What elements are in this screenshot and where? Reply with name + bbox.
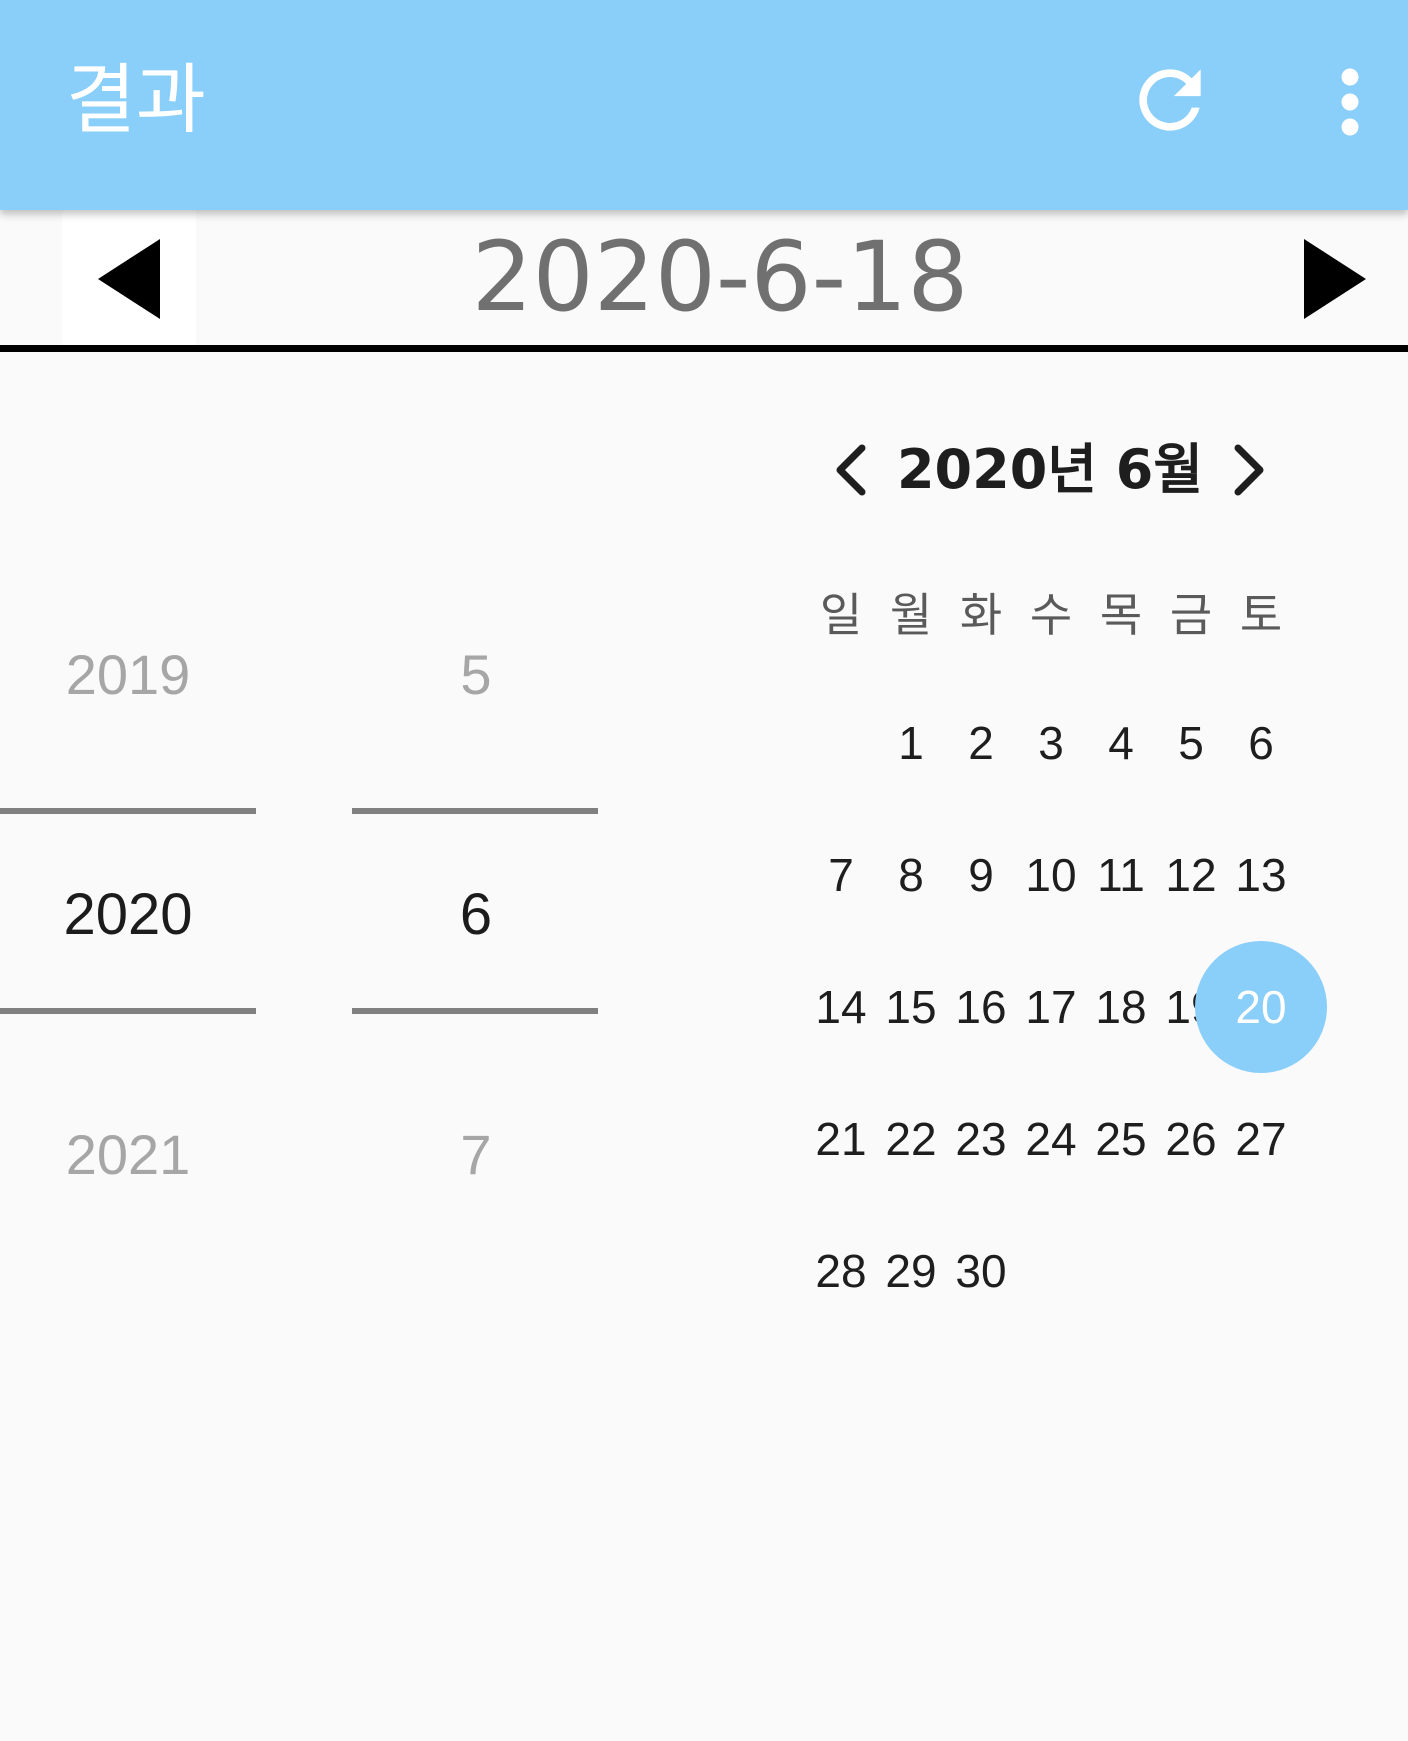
calendar-day[interactable]: 18 — [1086, 941, 1156, 1073]
more-options-button[interactable] — [1318, 50, 1382, 154]
weekday-header-row: 일월화수목금토 — [806, 580, 1296, 650]
month-picker-top-line — [352, 808, 598, 814]
calendar-day[interactable]: 29 — [876, 1205, 946, 1337]
calendar-day[interactable]: 23 — [946, 1073, 1016, 1205]
calendar-day[interactable]: 9 — [946, 809, 1016, 941]
calendar-day[interactable]: 7 — [806, 809, 876, 941]
date-navigator: 2020-6-18 — [0, 210, 1408, 347]
calendar-day[interactable]: 27 — [1226, 1073, 1296, 1205]
calendar-day[interactable]: 8 — [876, 809, 946, 941]
year-picker-selected[interactable]: 2020 — [28, 880, 228, 950]
calendar-day[interactable]: 16 — [946, 941, 1016, 1073]
calendar-day[interactable]: 3 — [1016, 677, 1086, 809]
calendar-month-title: 2020년 6월 — [896, 438, 1204, 501]
calendar-day[interactable]: 11 — [1086, 809, 1156, 941]
year-picker-next[interactable]: 2021 — [28, 1120, 228, 1190]
app-bar: 결과 — [0, 0, 1408, 210]
year-picker-top-line — [0, 808, 256, 814]
calendar-day[interactable]: 28 — [806, 1205, 876, 1337]
month-picker-previous[interactable]: 5 — [376, 640, 576, 710]
calendar-day[interactable]: 17 — [1016, 941, 1086, 1073]
year-picker-bottom-line — [0, 1008, 256, 1014]
weekday-label: 금 — [1169, 588, 1213, 642]
calendar-day[interactable]: 30 — [946, 1205, 1016, 1337]
calendar-day-grid: 1 2 3 4 5 6 7 8 9 10 11 12 13 14 15 16 17 18 19 20 21 22 23 24 2… — [806, 677, 1327, 1337]
weekday-label: 월 — [889, 588, 933, 642]
calendar-day[interactable]: 2 — [946, 677, 1016, 809]
calendar-day-selected[interactable]: 20 — [1195, 941, 1327, 1073]
calendar-day[interactable]: 1 — [876, 677, 946, 809]
calendar-day[interactable]: 13 — [1226, 809, 1296, 941]
refresh-button[interactable] — [1118, 48, 1222, 152]
calendar-day[interactable]: 10 — [1016, 809, 1086, 941]
calendar-blank-cell — [806, 677, 876, 809]
month-picker-next[interactable]: 7 — [376, 1120, 576, 1190]
calendar-day[interactable]: 24 — [1016, 1073, 1086, 1205]
month-picker-bottom-line — [352, 1008, 598, 1014]
chevron-right-icon — [1234, 444, 1264, 496]
next-day-button[interactable] — [1268, 210, 1402, 347]
calendar-day[interactable]: 6 — [1226, 677, 1296, 809]
calendar-day[interactable]: 22 — [876, 1073, 946, 1205]
calendar-day[interactable]: 21 — [806, 1073, 876, 1205]
weekday-label: 일 — [819, 588, 863, 642]
calendar-day[interactable]: 25 — [1086, 1073, 1156, 1205]
calendar-header: 2020년 6월 — [800, 430, 1320, 510]
next-month-button[interactable] — [1220, 440, 1280, 500]
previous-day-button[interactable] — [62, 210, 196, 347]
month-picker-selected[interactable]: 6 — [376, 880, 576, 950]
calendar-day[interactable]: 15 — [876, 941, 946, 1073]
date-bar-divider — [0, 345, 1408, 352]
previous-month-button[interactable] — [820, 440, 880, 500]
weekday-label: 토 — [1239, 588, 1283, 642]
calendar-day[interactable]: 12 — [1156, 809, 1226, 941]
year-picker-previous[interactable]: 2019 — [28, 640, 228, 710]
weekday-label: 수 — [1029, 588, 1073, 642]
triangle-left-icon — [98, 238, 160, 319]
current-date: 2020-6-18 — [471, 221, 969, 333]
calendar-day[interactable]: 14 — [806, 941, 876, 1073]
refresh-icon — [1139, 69, 1201, 131]
chevron-left-icon — [836, 444, 866, 496]
calendar-day[interactable]: 5 — [1156, 677, 1226, 809]
weekday-label: 화 — [959, 588, 1003, 642]
calendar-day[interactable]: 4 — [1086, 677, 1156, 809]
app-bar-title: 결과 — [66, 55, 206, 144]
calendar-day[interactable]: 26 — [1156, 1073, 1226, 1205]
more-vert-icon — [1341, 68, 1359, 136]
weekday-label: 목 — [1099, 588, 1143, 642]
triangle-right-icon — [1304, 238, 1366, 319]
